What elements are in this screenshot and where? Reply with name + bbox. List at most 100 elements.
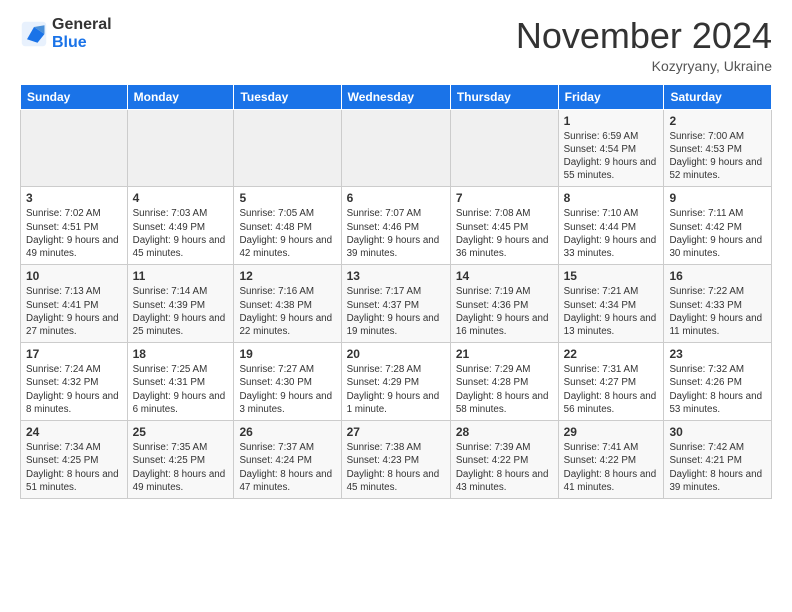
- day-number: 16: [669, 269, 766, 283]
- day-info: Sunrise: 7:16 AM Sunset: 4:38 PM Dayligh…: [239, 285, 335, 338]
- calendar-cell: 29 Sunrise: 7:41 AM Sunset: 4:22 PM Dayli…: [558, 421, 664, 499]
- col-wednesday: Wednesday: [341, 84, 450, 109]
- day-info: Sunrise: 7:28 AM Sunset: 4:29 PM Dayligh…: [347, 363, 445, 416]
- calendar-cell: [127, 109, 234, 187]
- calendar-cell: 11 Sunrise: 7:14 AM Sunset: 4:39 PM Dayli…: [127, 265, 234, 343]
- calendar-cell: 21 Sunrise: 7:29 AM Sunset: 4:28 PM Dayli…: [450, 343, 558, 421]
- calendar-table: Sunday Monday Tuesday Wednesday Thursday…: [20, 84, 772, 499]
- day-info: Sunrise: 7:37 AM Sunset: 4:24 PM Dayligh…: [239, 441, 335, 494]
- calendar-week-3: 10Sunrise: 7:13 AM Sunset: 4:41 PM Dayli…: [21, 265, 772, 343]
- day-number: 13: [347, 269, 445, 283]
- day-number: 4: [133, 191, 229, 205]
- day-info: Sunrise: 7:19 AM Sunset: 4:36 PM Dayligh…: [456, 285, 553, 338]
- calendar-week-1: 1Sunrise: 6:59 AM Sunset: 4:54 PM Daylig…: [21, 109, 772, 187]
- day-info: Sunrise: 7:22 AM Sunset: 4:33 PM Dayligh…: [669, 285, 766, 338]
- day-number: 2: [669, 114, 766, 128]
- calendar-cell: 7 Sunrise: 7:08 AM Sunset: 4:45 PM Daylig…: [450, 187, 558, 265]
- day-number: 14: [456, 269, 553, 283]
- col-friday: Friday: [558, 84, 664, 109]
- day-info: Sunrise: 7:02 AM Sunset: 4:51 PM Dayligh…: [26, 207, 122, 260]
- day-info: Sunrise: 7:11 AM Sunset: 4:42 PM Dayligh…: [669, 207, 766, 260]
- day-info: Sunrise: 7:39 AM Sunset: 4:22 PM Dayligh…: [456, 441, 553, 494]
- calendar-cell: 6 Sunrise: 7:07 AM Sunset: 4:46 PM Daylig…: [341, 187, 450, 265]
- day-number: 21: [456, 347, 553, 361]
- calendar-cell: 4Sunrise: 7:03 AM Sunset: 4:49 PM Daylig…: [127, 187, 234, 265]
- day-number: 9: [669, 191, 766, 205]
- calendar-cell: 13Sunrise: 7:17 AM Sunset: 4:37 PM Dayli…: [341, 265, 450, 343]
- day-number: 11: [133, 269, 229, 283]
- day-number: 18: [133, 347, 229, 361]
- header: General Blue November 2024 Kozyryany, Uk…: [20, 16, 772, 74]
- title-block: November 2024 Kozyryany, Ukraine: [516, 16, 772, 74]
- calendar-cell: 3 Sunrise: 7:02 AM Sunset: 4:51 PM Daylig…: [21, 187, 128, 265]
- calendar-cell: [341, 109, 450, 187]
- day-number: 3: [26, 191, 122, 205]
- day-info: Sunrise: 7:14 AM Sunset: 4:39 PM Dayligh…: [133, 285, 229, 338]
- day-info: Sunrise: 6:59 AM Sunset: 4:54 PM Dayligh…: [564, 130, 659, 183]
- calendar-cell: 23 Sunrise: 7:32 AM Sunset: 4:26 PM Dayli…: [664, 343, 772, 421]
- calendar-header: Sunday Monday Tuesday Wednesday Thursday…: [21, 84, 772, 109]
- day-info: Sunrise: 7:21 AM Sunset: 4:34 PM Dayligh…: [564, 285, 659, 338]
- logo-icon: [20, 20, 48, 48]
- day-number: 24: [26, 425, 122, 439]
- day-number: 23: [669, 347, 766, 361]
- day-number: 27: [347, 425, 445, 439]
- col-tuesday: Tuesday: [234, 84, 341, 109]
- calendar-week-4: 17 Sunrise: 7:24 AM Sunset: 4:32 PM Dayli…: [21, 343, 772, 421]
- day-number: 7: [456, 191, 553, 205]
- day-info: Sunrise: 7:38 AM Sunset: 4:23 PM Dayligh…: [347, 441, 445, 494]
- day-number: 19: [239, 347, 335, 361]
- header-row: Sunday Monday Tuesday Wednesday Thursday…: [21, 84, 772, 109]
- calendar-cell: 15 Sunrise: 7:21 AM Sunset: 4:34 PM Dayli…: [558, 265, 664, 343]
- day-number: 20: [347, 347, 445, 361]
- logo-text: General Blue: [52, 16, 112, 51]
- day-info: Sunrise: 7:41 AM Sunset: 4:22 PM Dayligh…: [564, 441, 659, 494]
- calendar-cell: [450, 109, 558, 187]
- day-number: 28: [456, 425, 553, 439]
- day-info: Sunrise: 7:05 AM Sunset: 4:48 PM Dayligh…: [239, 207, 335, 260]
- col-saturday: Saturday: [664, 84, 772, 109]
- calendar-cell: 18Sunrise: 7:25 AM Sunset: 4:31 PM Dayli…: [127, 343, 234, 421]
- day-info: Sunrise: 7:07 AM Sunset: 4:46 PM Dayligh…: [347, 207, 445, 260]
- day-number: 5: [239, 191, 335, 205]
- day-info: Sunrise: 7:08 AM Sunset: 4:45 PM Dayligh…: [456, 207, 553, 260]
- day-number: 25: [133, 425, 229, 439]
- calendar-cell: 12 Sunrise: 7:16 AM Sunset: 4:38 PM Dayli…: [234, 265, 341, 343]
- day-number: 6: [347, 191, 445, 205]
- day-number: 15: [564, 269, 659, 283]
- day-info: Sunrise: 7:29 AM Sunset: 4:28 PM Dayligh…: [456, 363, 553, 416]
- day-info: Sunrise: 7:31 AM Sunset: 4:27 PM Dayligh…: [564, 363, 659, 416]
- calendar-cell: 1Sunrise: 6:59 AM Sunset: 4:54 PM Daylig…: [558, 109, 664, 187]
- day-number: 12: [239, 269, 335, 283]
- calendar-cell: 10Sunrise: 7:13 AM Sunset: 4:41 PM Dayli…: [21, 265, 128, 343]
- day-number: 17: [26, 347, 122, 361]
- day-number: 8: [564, 191, 659, 205]
- day-info: Sunrise: 7:24 AM Sunset: 4:32 PM Dayligh…: [26, 363, 122, 416]
- logo: General Blue: [20, 16, 112, 51]
- day-number: 29: [564, 425, 659, 439]
- logo-blue: Blue: [52, 34, 87, 51]
- col-monday: Monday: [127, 84, 234, 109]
- day-number: 30: [669, 425, 766, 439]
- calendar-cell: 2 Sunrise: 7:00 AM Sunset: 4:53 PM Daylig…: [664, 109, 772, 187]
- calendar-cell: [234, 109, 341, 187]
- day-info: Sunrise: 7:32 AM Sunset: 4:26 PM Dayligh…: [669, 363, 766, 416]
- day-info: Sunrise: 7:00 AM Sunset: 4:53 PM Dayligh…: [669, 130, 766, 183]
- calendar-week-2: 3 Sunrise: 7:02 AM Sunset: 4:51 PM Daylig…: [21, 187, 772, 265]
- calendar-cell: 25 Sunrise: 7:35 AM Sunset: 4:25 PM Dayli…: [127, 421, 234, 499]
- col-sunday: Sunday: [21, 84, 128, 109]
- calendar-cell: 28 Sunrise: 7:39 AM Sunset: 4:22 PM Dayli…: [450, 421, 558, 499]
- day-info: Sunrise: 7:35 AM Sunset: 4:25 PM Dayligh…: [133, 441, 229, 494]
- day-info: Sunrise: 7:27 AM Sunset: 4:30 PM Dayligh…: [239, 363, 335, 416]
- calendar-week-5: 24Sunrise: 7:34 AM Sunset: 4:25 PM Dayli…: [21, 421, 772, 499]
- day-info: Sunrise: 7:13 AM Sunset: 4:41 PM Dayligh…: [26, 285, 122, 338]
- calendar-cell: 5 Sunrise: 7:05 AM Sunset: 4:48 PM Daylig…: [234, 187, 341, 265]
- calendar-cell: 20 Sunrise: 7:28 AM Sunset: 4:29 PM Dayli…: [341, 343, 450, 421]
- calendar-cell: 17 Sunrise: 7:24 AM Sunset: 4:32 PM Dayli…: [21, 343, 128, 421]
- calendar-cell: 27 Sunrise: 7:38 AM Sunset: 4:23 PM Dayli…: [341, 421, 450, 499]
- calendar-cell: 22 Sunrise: 7:31 AM Sunset: 4:27 PM Dayli…: [558, 343, 664, 421]
- day-number: 22: [564, 347, 659, 361]
- month-title: November 2024: [516, 16, 772, 56]
- day-info: Sunrise: 7:10 AM Sunset: 4:44 PM Dayligh…: [564, 207, 659, 260]
- calendar-cell: 26Sunrise: 7:37 AM Sunset: 4:24 PM Dayli…: [234, 421, 341, 499]
